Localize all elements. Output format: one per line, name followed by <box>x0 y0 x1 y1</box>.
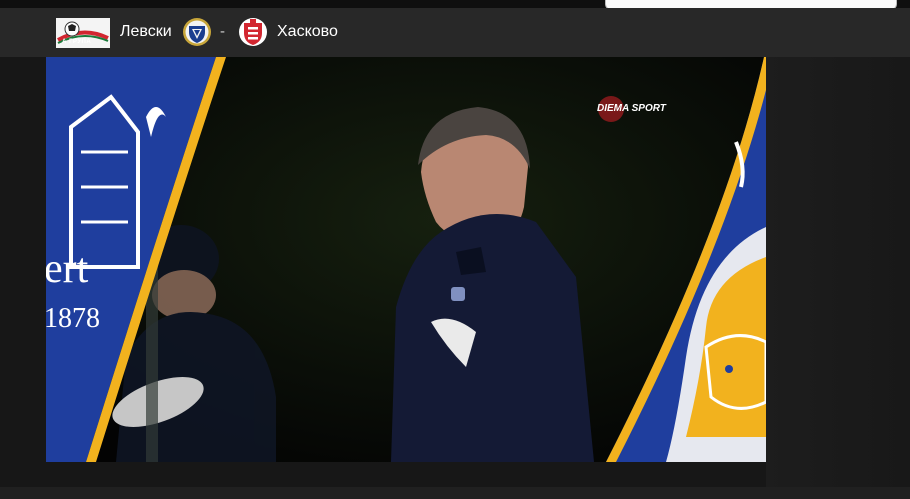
home-team-name[interactable]: Левски <box>120 23 172 41</box>
league-logo-text: А ГРУПА <box>62 39 92 45</box>
levski-crest-icon[interactable] <box>182 17 212 47</box>
side-panel <box>766 57 910 487</box>
everton-text: ert <box>46 246 89 292</box>
everton-year: 1878 <box>46 303 100 334</box>
bottom-strip <box>0 487 910 499</box>
match-header: А ГРУПА Левски - Хасково <box>0 8 910 57</box>
video-player[interactable]: ert 1878 DIEMA SPORT <box>46 57 766 462</box>
broadcaster-logo-text: DIEMA SPORT <box>597 103 667 114</box>
video-frame: ert 1878 DIEMA SPORT <box>46 57 766 462</box>
score-separator: - <box>220 23 225 40</box>
league-logo-icon[interactable]: А ГРУПА <box>56 18 110 48</box>
away-team-name[interactable]: Хасково <box>277 23 338 41</box>
haskovo-crest-icon[interactable] <box>238 17 268 47</box>
